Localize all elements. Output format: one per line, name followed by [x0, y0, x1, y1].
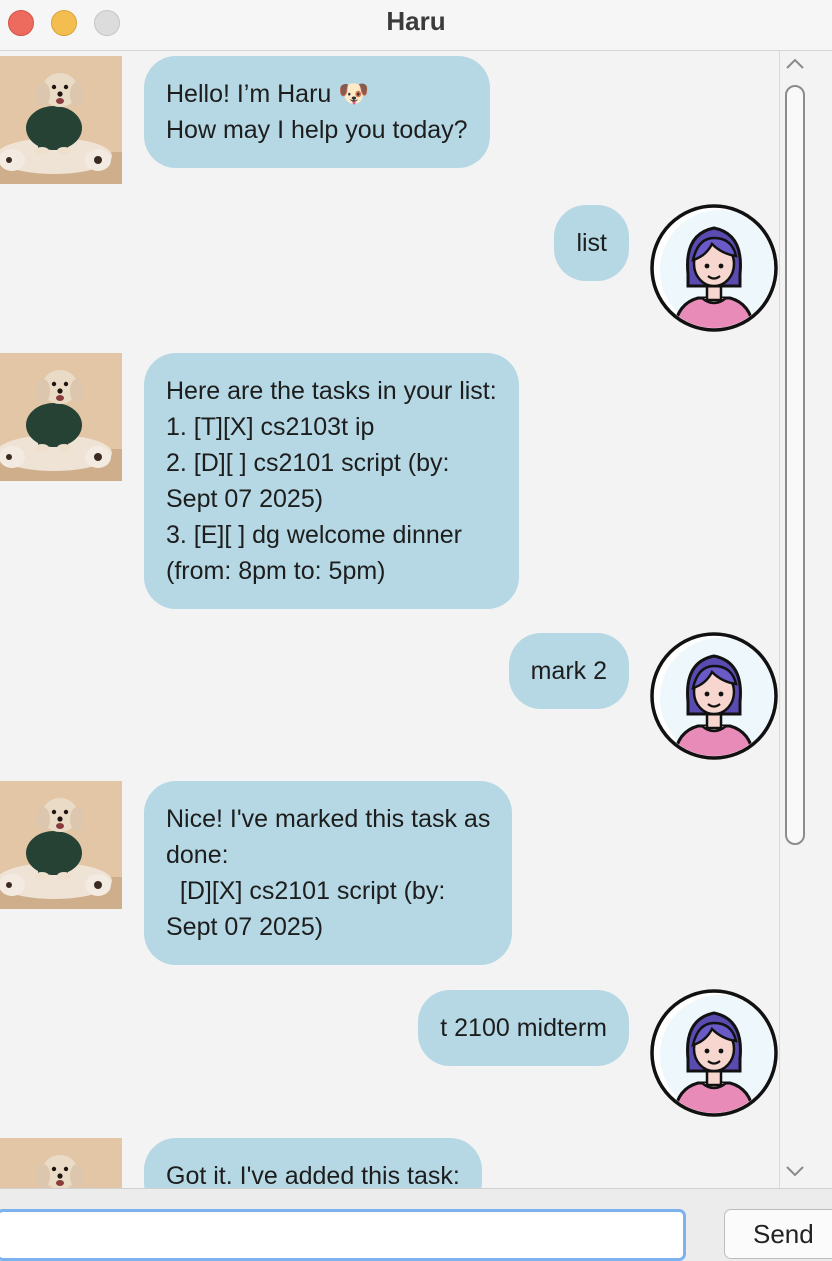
user-message-row: list	[0, 204, 779, 332]
send-button[interactable]: Send	[724, 1209, 832, 1259]
user-avatar-icon	[650, 989, 778, 1117]
bot-message-row: Nice! I've marked this task as done: [D]…	[0, 781, 779, 969]
dog-avatar-icon	[0, 781, 122, 909]
bot-message-bubble: Here are the tasks in your list: 1. [T][…	[144, 353, 519, 609]
chat-scrollbar[interactable]	[779, 51, 810, 1188]
up-arrow-icon[interactable]	[783, 57, 807, 77]
user-message-row: mark 2	[0, 632, 779, 760]
user-avatar-icon	[650, 632, 778, 760]
bot-message-row: Hello! I’m Haru 🐶 How may I help you tod…	[0, 56, 779, 184]
window-title: Haru	[386, 6, 446, 36]
user-message-bubble: list	[554, 205, 629, 281]
bot-message-row: Here are the tasks in your list: 1. [T][…	[0, 353, 779, 613]
input-bar: Send	[0, 1188, 832, 1261]
dog-avatar-icon	[0, 1138, 122, 1188]
user-avatar-icon	[650, 204, 778, 332]
scrollbar-thumb[interactable]	[785, 85, 805, 845]
user-message-bubble: mark 2	[508, 633, 629, 709]
user-message-bubble: t 2100 midterm	[418, 990, 629, 1066]
user-message-row: t 2100 midterm	[0, 989, 779, 1117]
bot-message-row: Got it. I've added this task:	[0, 1138, 779, 1188]
message-input[interactable]	[0, 1209, 686, 1261]
title-bar: Haru	[0, 0, 832, 51]
dog-avatar-icon	[0, 353, 122, 481]
dog-avatar-icon	[0, 56, 122, 184]
bot-message-bubble: Nice! I've marked this task as done: [D]…	[144, 781, 513, 965]
down-arrow-icon[interactable]	[783, 1164, 807, 1184]
bot-message-bubble: Hello! I’m Haru 🐶 How may I help you tod…	[144, 56, 490, 168]
chat-area[interactable]: Hello! I’m Haru 🐶 How may I help you tod…	[0, 51, 779, 1188]
bot-message-bubble: Got it. I've added this task:	[144, 1138, 482, 1188]
